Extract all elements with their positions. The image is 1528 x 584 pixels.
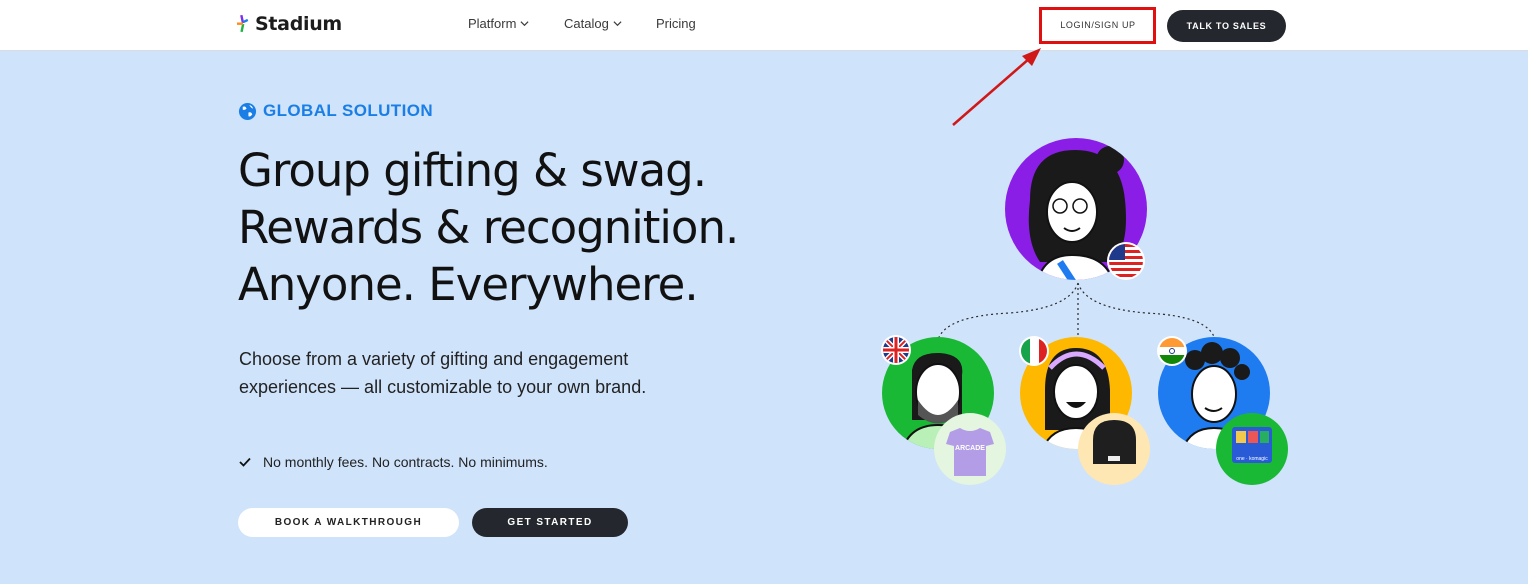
benefit-text: No monthly fees. No contracts. No minimu… [263, 454, 548, 470]
india-flag-icon [1157, 336, 1187, 366]
chevron-down-icon [520, 21, 529, 27]
benefit-item: No monthly fees. No contracts. No minimu… [239, 454, 548, 470]
headline-line-2: Rewards & recognition. [238, 201, 739, 254]
brand-name: Stadium [255, 13, 342, 35]
connector-lines [937, 282, 1216, 341]
beanie-product [1078, 413, 1150, 485]
hero-subcopy: Choose from a variety of gifting and eng… [239, 349, 647, 397]
site-header: Stadium Platform Catalog Pricing LOGIN/S… [0, 0, 1528, 51]
hero-illustration: ARCADE one · komagic [881, 138, 1288, 485]
uk-flag-icon [881, 335, 911, 365]
avatar-middle [1019, 336, 1150, 485]
nav-pricing-label: Pricing [656, 16, 696, 31]
eyebrow-text: GLOBAL SOLUTION [263, 101, 434, 120]
avatar-top [1005, 138, 1147, 280]
avatar-left: ARCADE [881, 335, 1006, 485]
gift-card-product: one · komagic [1216, 413, 1288, 485]
usa-flag-icon [1107, 242, 1145, 280]
nav-platform[interactable]: Platform [468, 16, 529, 31]
chevron-down-icon [613, 21, 622, 27]
get-started-button[interactable]: GET STARTED [472, 508, 628, 537]
nav-catalog[interactable]: Catalog [564, 16, 622, 31]
brand-logo[interactable]: Stadium [237, 13, 342, 35]
talk-to-sales-button[interactable]: TALK TO SALES [1167, 10, 1286, 42]
tshirt-text: ARCADE [955, 445, 985, 452]
headline-line-3: Anyone. Everywhere. [238, 258, 699, 311]
eyebrow-label: GLOBAL SOLUTION [238, 101, 433, 121]
checkmark-icon [239, 457, 251, 467]
book-walkthrough-button[interactable]: BOOK A WALKTHROUGH [238, 508, 459, 537]
hero-headline: Group gifting & swag. Rewards & recognit… [238, 142, 739, 313]
nav-pricing[interactable]: Pricing [656, 16, 696, 31]
italy-flag-icon [1019, 336, 1049, 366]
stadium-logo-icon [237, 15, 249, 33]
avatar-right: one · komagic [1157, 336, 1288, 485]
tshirt-product: ARCADE [934, 413, 1006, 485]
nav-platform-label: Platform [468, 16, 517, 31]
gift-card-text: one · komagic [1236, 456, 1268, 462]
nav-catalog-label: Catalog [564, 16, 609, 31]
globe-icon [238, 102, 257, 120]
annotation-highlight-box [1039, 7, 1156, 44]
headline-line-1: Group gifting & swag. [238, 144, 707, 197]
